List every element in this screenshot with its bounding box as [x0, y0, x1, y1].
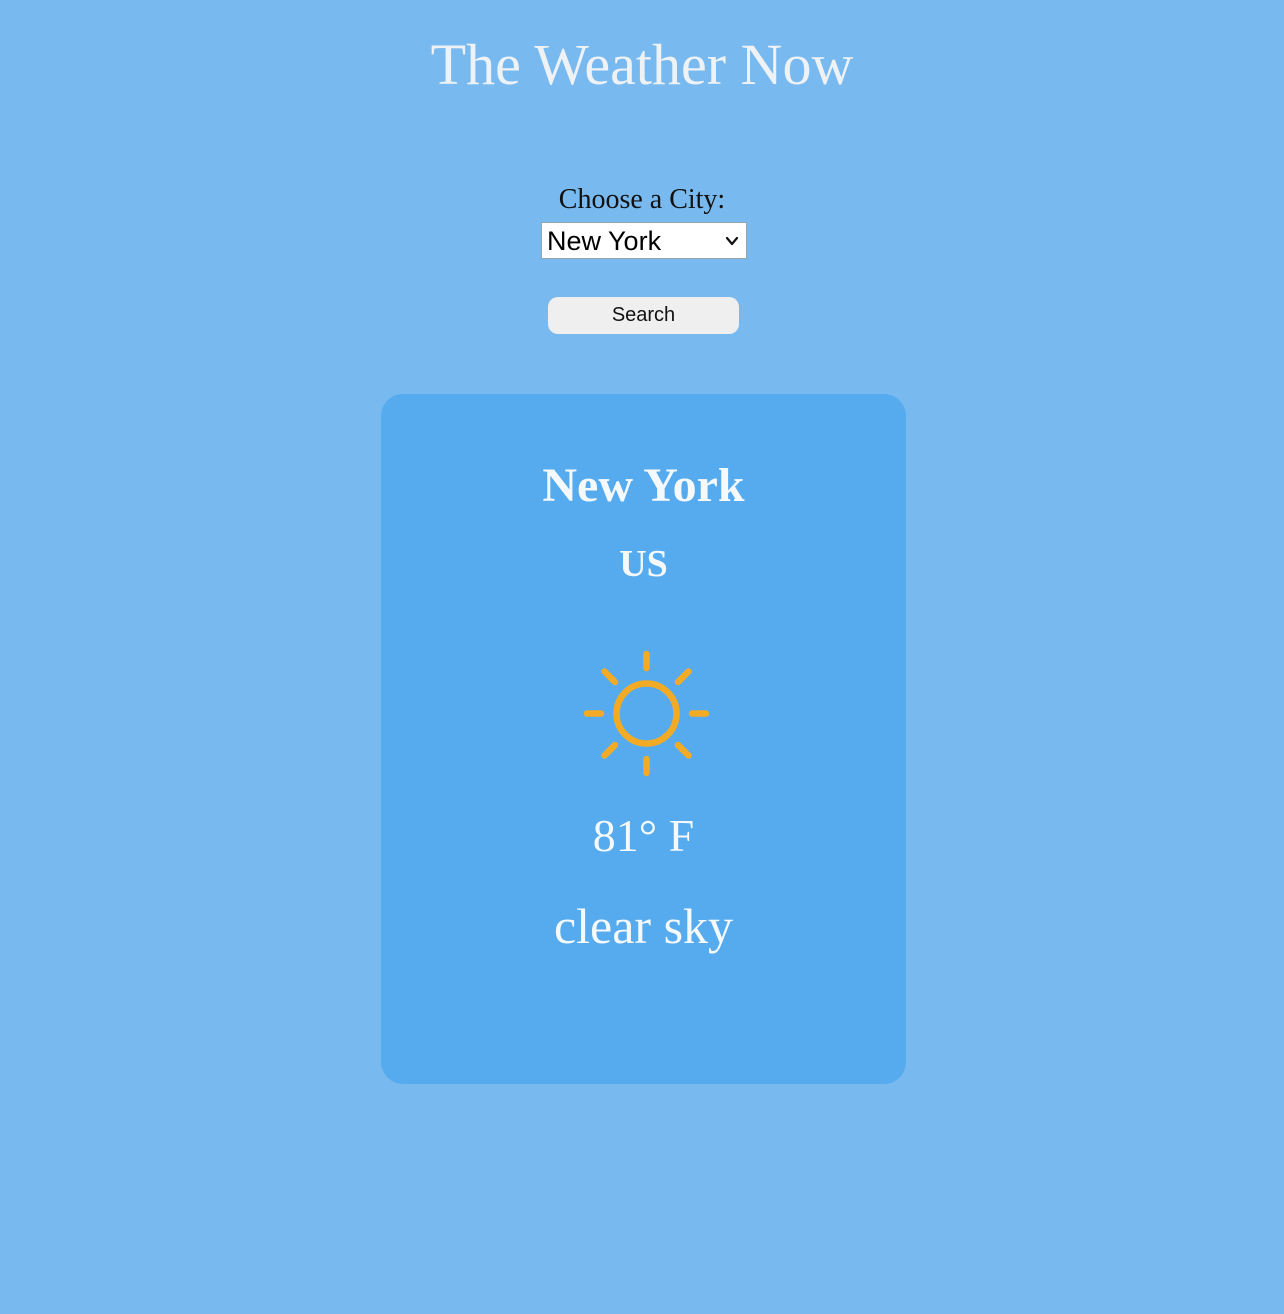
search-button[interactable]: Search — [548, 297, 739, 334]
chevron-down-icon — [725, 236, 739, 246]
city-select-label: Choose a City: — [558, 184, 726, 215]
weather-country: US — [619, 543, 668, 585]
page-title: The Weather Now — [430, 32, 854, 97]
weather-description: clear sky — [553, 898, 734, 954]
city-select-value: New York — [547, 226, 662, 256]
weather-city: New York — [542, 459, 745, 512]
city-select[interactable]: New York — [541, 222, 747, 259]
weather-temperature: 81° F — [592, 810, 695, 861]
sun-icon — [583, 650, 710, 777]
